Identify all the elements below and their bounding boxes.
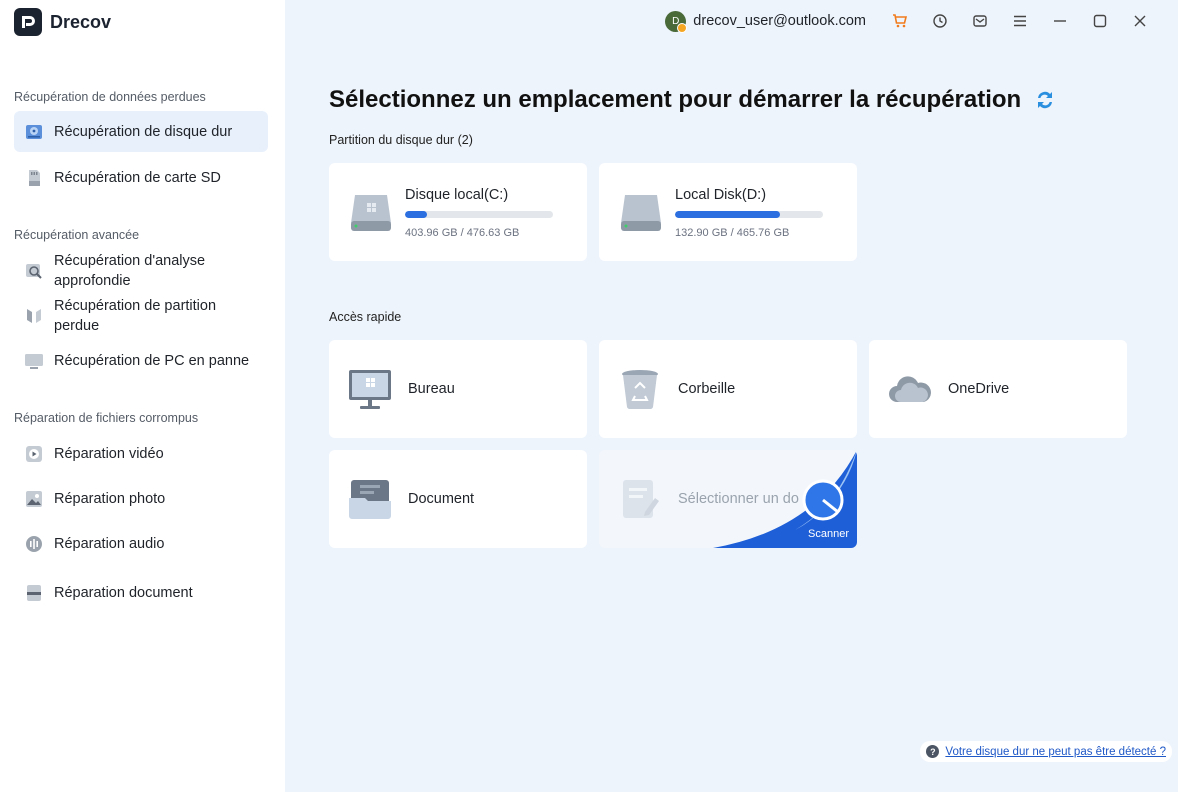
section-title-advanced-recovery: Récupération avancée: [14, 228, 140, 242]
sidebar-item-crashed-pc-recovery[interactable]: Récupération de PC en panne: [14, 340, 268, 381]
minimize-button[interactable]: [1040, 6, 1080, 36]
quick-access-label: Document: [408, 491, 475, 507]
sidebar-item-label: Réparation audio: [54, 535, 165, 552]
hard-disk-icon: [24, 122, 44, 142]
document-icon: [24, 583, 44, 603]
close-button[interactable]: [1120, 6, 1160, 36]
quick-access-label: Corbeille: [678, 381, 736, 397]
maximize-button[interactable]: [1080, 6, 1120, 36]
close-icon: [1134, 15, 1146, 27]
photo-icon: [24, 489, 44, 509]
disk-card-d[interactable]: Local Disk(D:) 132.90 GB / 465.76 GB: [599, 163, 857, 261]
minimize-icon: [1054, 20, 1066, 22]
quick-access-title: Accès rapide: [329, 310, 402, 324]
app-name: Drecov: [50, 11, 112, 32]
help-icon: ?: [926, 745, 940, 758]
disk-card-c[interactable]: Disque local(C:) 403.96 GB / 476.63 GB: [329, 163, 587, 261]
help-tip: ? Votre disque dur ne peut pas être déte…: [920, 741, 1172, 762]
menu-icon: [1014, 15, 1026, 27]
sidebar-item-document-repair[interactable]: Réparation document: [14, 572, 268, 613]
recycle-bin-icon: [617, 366, 663, 417]
quick-access-label: Bureau: [408, 381, 455, 397]
pc-icon: [24, 351, 44, 371]
sidebar-item-label: Récupération de partition perdue: [54, 298, 217, 334]
sidebar-item-label: Récupération d'analyse approfondie: [54, 253, 206, 289]
quick-access-onedrive[interactable]: OneDrive: [869, 340, 1127, 438]
sidebar-item-label: Réparation document: [54, 584, 193, 601]
refresh-icon[interactable]: [1033, 88, 1057, 112]
disk-usage-bar: [405, 211, 553, 218]
history-icon: [933, 14, 947, 28]
sidebar-item-label: Récupération de disque dur: [54, 123, 233, 140]
quick-access-select-folder[interactable]: Sélectionner un do Scanner: [599, 450, 857, 548]
quick-access-document[interactable]: Document: [329, 450, 587, 548]
disk-usage-fill: [405, 211, 428, 218]
audio-icon: [24, 534, 44, 554]
select-folder-icon: [617, 476, 663, 527]
disk-usage-fill: [675, 211, 781, 218]
section-title-file-repair: Réparation de fichiers corrompus: [14, 411, 199, 425]
sidebar-item-deep-scan-recovery[interactable]: Récupération d'analyse approfondie: [14, 250, 268, 292]
section-title-lost-data: Récupération de données perdues: [14, 90, 206, 104]
quick-access-desktop[interactable]: Bureau: [329, 340, 587, 438]
brand: Drecov: [14, 8, 111, 36]
sd-card-icon: [24, 168, 44, 188]
video-icon: [24, 444, 44, 464]
disk-not-detected-link[interactable]: Votre disque dur ne peut pas être détect…: [945, 746, 1166, 758]
scan-label: Scanner: [808, 528, 849, 540]
sidebar-item-video-repair[interactable]: Réparation vidéo: [14, 433, 268, 474]
deep-scan-icon: [24, 261, 44, 281]
quick-access-recycle-bin[interactable]: Corbeille: [599, 340, 857, 438]
sidebar-item-lost-partition-recovery[interactable]: Récupération de partition perdue: [14, 295, 268, 337]
sidebar-item-label: Récupération de carte SD: [54, 169, 221, 186]
page-title-text: Sélectionnez un emplacement pour démarre…: [329, 86, 1022, 113]
cart-icon: [893, 14, 908, 28]
sidebar-item-audio-repair[interactable]: Réparation audio: [14, 523, 268, 564]
menu-button[interactable]: [1000, 6, 1040, 36]
quick-access-label: OneDrive: [948, 381, 1010, 397]
disk-name: Local Disk(D:): [675, 187, 767, 203]
disk-size: 132.90 GB / 465.76 GB: [675, 227, 790, 239]
title-bar: D drecov_user@outlook.com: [285, 0, 1178, 42]
sidebar-item-label: Récupération de PC en panne: [54, 352, 250, 369]
sidebar-item-photo-repair[interactable]: Réparation photo: [14, 478, 268, 519]
folder-icon: [347, 476, 393, 527]
sidebar: Drecov Récupération de données perdues R…: [0, 0, 285, 792]
disk-usage-bar: [675, 211, 823, 218]
sidebar-item-label: Réparation photo: [54, 490, 166, 507]
partition-count: (2): [457, 133, 473, 147]
sidebar-item-sd-card-recovery[interactable]: Récupération de carte SD: [14, 157, 268, 198]
app-logo-icon: [14, 8, 42, 36]
page-title: Sélectionnez un emplacement pour démarre…: [329, 86, 1057, 114]
partition-label: Partition du disque dur: [329, 133, 455, 147]
user-email: drecov_user@outlook.com: [693, 13, 866, 29]
disk-name: Disque local(C:): [405, 187, 509, 203]
cloud-icon: [887, 366, 933, 417]
hard-drive-icon: [349, 191, 393, 238]
hard-drive-icon: [619, 191, 663, 238]
user-account[interactable]: D drecov_user@outlook.com: [665, 10, 866, 33]
sidebar-item-hard-disk-recovery[interactable]: Récupération de disque dur: [14, 111, 268, 152]
sidebar-item-label: Réparation vidéo: [54, 445, 164, 462]
desktop-icon: [347, 366, 393, 417]
disk-size: 403.96 GB / 476.63 GB: [405, 227, 520, 239]
mail-icon: [973, 15, 987, 27]
cart-button[interactable]: [880, 6, 920, 36]
mail-button[interactable]: [960, 6, 1000, 36]
avatar: D: [665, 10, 688, 33]
partition-section-title: Partition du disque dur (2): [329, 133, 473, 147]
partition-icon: [24, 306, 44, 326]
history-button[interactable]: [920, 6, 960, 36]
maximize-icon: [1093, 14, 1107, 28]
